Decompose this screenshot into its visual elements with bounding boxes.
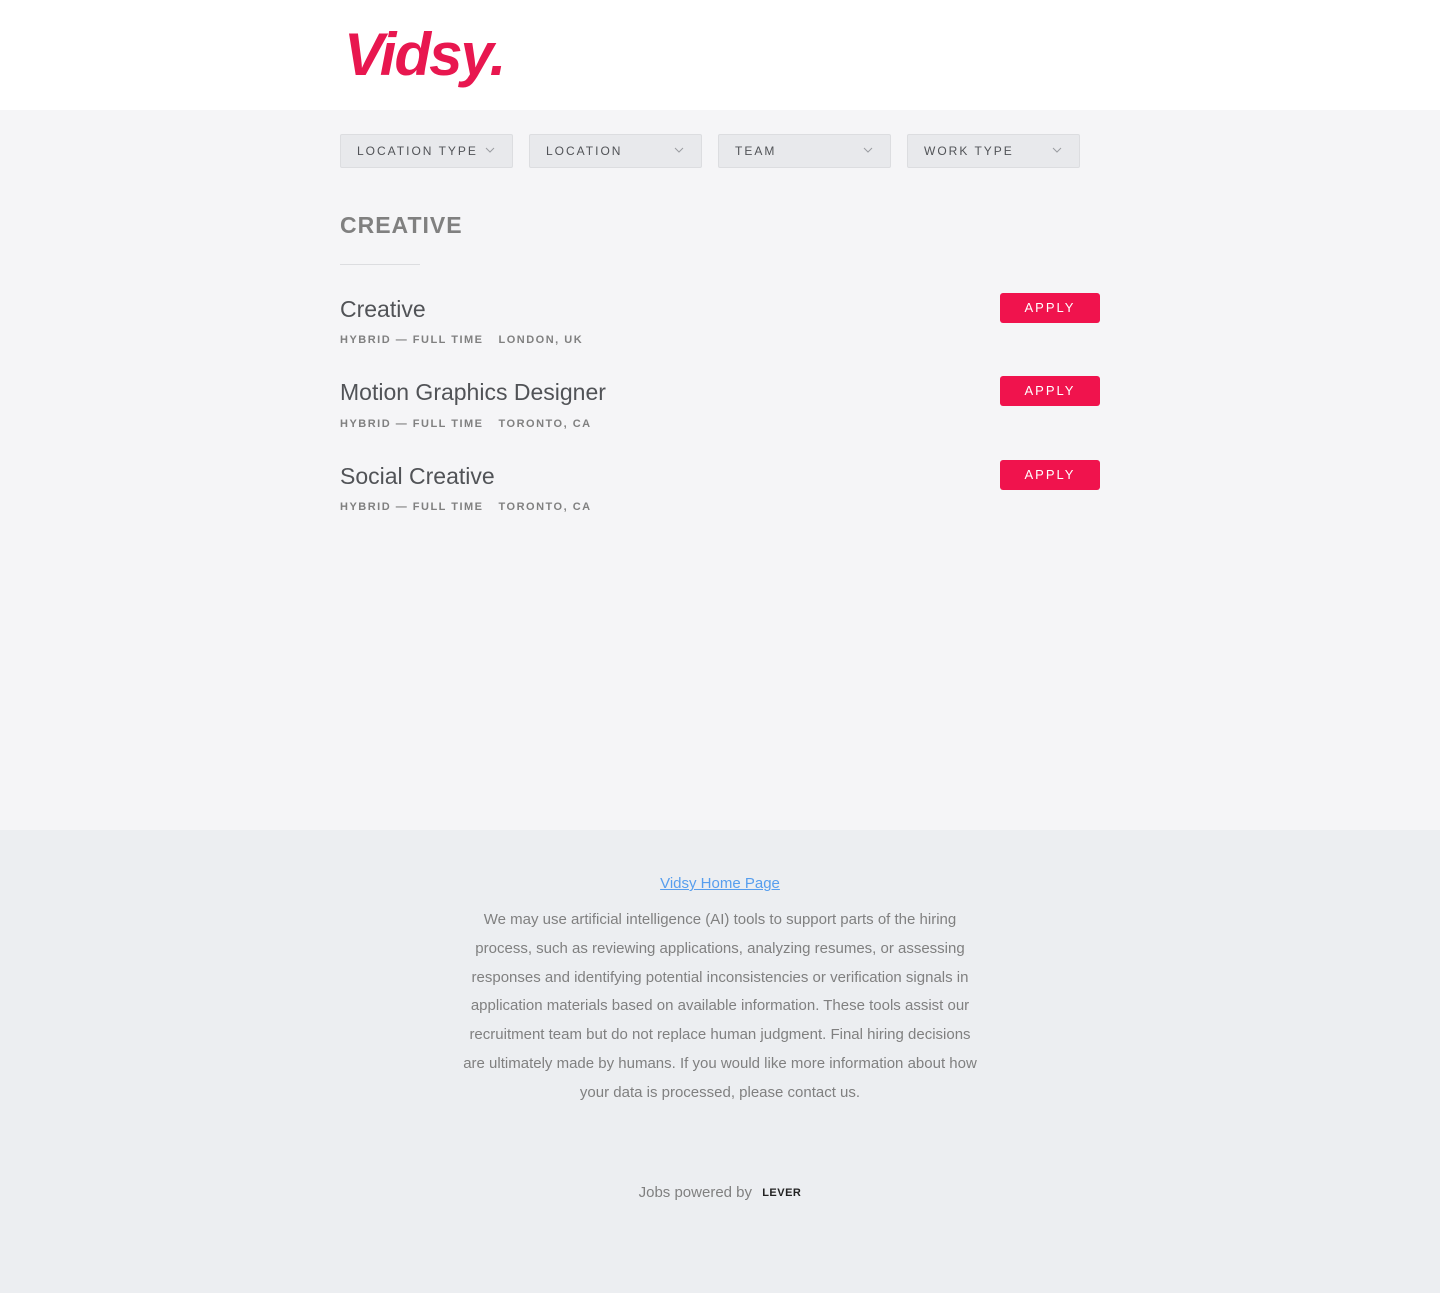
filter-location[interactable]: LOCATION [529,134,702,168]
filter-label: LOCATION [546,144,623,158]
home-link-wrapper: Vidsy Home Page [0,874,1440,894]
job-posting: Creative HYBRID — FULL TIME LONDON, UK A… [340,293,1100,364]
job-meta: HYBRID — FULL TIME TORONTO, CA [340,417,592,431]
job-meta: HYBRID — FULL TIME TORONTO, CA [340,500,592,514]
filter-label: WORK TYPE [924,144,1014,158]
filter-bar: LOCATION TYPE LOCATION TEAM WORK TYPE [340,134,1080,168]
chevron-down-icon [862,144,874,156]
job-location: TORONTO, CA [498,418,592,430]
filter-work-type[interactable]: WORK TYPE [907,134,1080,168]
page-header: Vidsy. [0,0,1440,110]
apply-button[interactable]: APPLY [1000,460,1100,490]
job-title-link[interactable]: Motion Graphics Designer [340,377,606,407]
filter-label: LOCATION TYPE [357,144,478,158]
home-page-link[interactable]: Vidsy Home Page [660,875,780,892]
page-footer: Vidsy Home Page We may use artificial in… [0,830,1440,1293]
filter-label: TEAM [735,144,777,158]
vidsy-logo[interactable]: Vidsy. [344,20,506,90]
job-meta: HYBRID — FULL TIME LONDON, UK [340,333,583,347]
filter-team[interactable]: TEAM [718,134,891,168]
job-title-link[interactable]: Creative [340,294,426,324]
job-commitment: HYBRID — FULL TIME [340,334,484,346]
job-commitment: HYBRID — FULL TIME [340,501,484,513]
job-posting: Motion Graphics Designer HYBRID — FULL T… [340,376,1100,447]
powered-by: Jobs powered by LEVER [0,1182,1440,1204]
job-location: LONDON, UK [498,334,584,346]
section-divider [340,264,420,265]
job-title-link[interactable]: Social Creative [340,461,495,491]
apply-button[interactable]: APPLY [1000,293,1100,323]
job-commitment: HYBRID — FULL TIME [340,418,484,430]
section-title: CREATIVE [340,212,463,238]
job-listings-main: LOCATION TYPE LOCATION TEAM WORK TYPE CR… [0,110,1440,830]
lever-logo[interactable]: LEVER [762,1182,801,1204]
job-posting: Social Creative HYBRID — FULL TIME TORON… [340,460,1100,531]
filter-location-type[interactable]: LOCATION TYPE [340,134,513,168]
chevron-down-icon [1051,144,1063,156]
apply-button[interactable]: APPLY [1000,376,1100,406]
ai-disclaimer: We may use artificial intelligence (AI) … [463,911,977,1101]
job-location: TORONTO, CA [498,501,592,513]
powered-by-text: Jobs powered by [638,1184,753,1201]
chevron-down-icon [484,144,496,156]
chevron-down-icon [673,144,685,156]
